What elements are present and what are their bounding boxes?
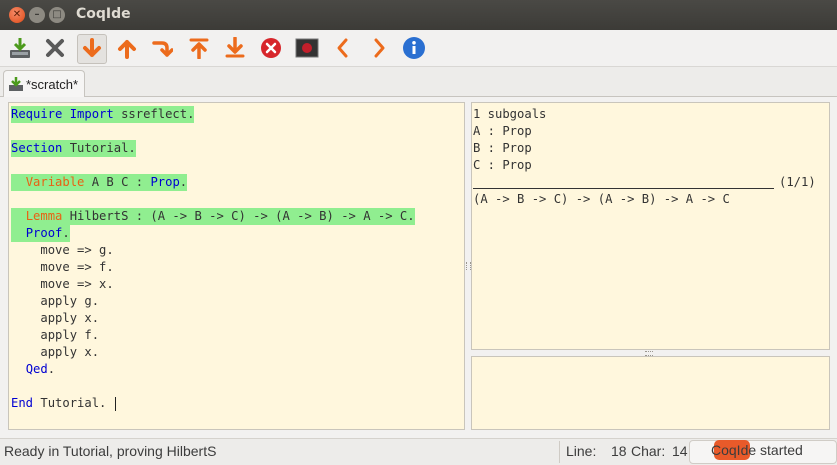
next-button[interactable]	[366, 35, 392, 61]
char-value: 14	[672, 443, 688, 459]
code-text: apply x.	[40, 311, 100, 325]
goal-separator	[473, 188, 774, 189]
code-line: apply g.	[9, 293, 464, 310]
go-to-end-icon	[225, 37, 245, 58]
go-to-cursor-button[interactable]	[149, 35, 175, 61]
hypothesis: B : Prop	[473, 141, 532, 155]
code-text: move => g.	[40, 243, 114, 257]
close-buffer-button[interactable]	[42, 35, 68, 61]
restart-icon	[189, 38, 209, 59]
code-line: Qed.	[9, 361, 464, 378]
stop-button[interactable]	[294, 35, 320, 61]
subgoal-count: 1 subgoals	[473, 107, 547, 121]
code-line: Section Tutorial.	[9, 140, 464, 157]
code-line: apply f.	[9, 327, 464, 344]
close-icon	[46, 39, 64, 57]
code-text: Qed.	[25, 362, 56, 376]
processed-sentence: Variable A B C : Prop.	[11, 174, 188, 191]
status-message: Ready in Tutorial, proving HilbertS	[4, 443, 217, 459]
window-close-button[interactable]: ✕	[9, 7, 25, 23]
code-text: End Tutorial.	[11, 396, 107, 410]
forward-one-button[interactable]	[77, 34, 107, 64]
interrupt-button[interactable]	[258, 35, 284, 61]
processed-sentence: Section Tutorial.	[11, 140, 136, 157]
goal-index: (1/1)	[779, 175, 816, 189]
code-lines: Require Import ssreflect. Section Tutoria…	[9, 103, 464, 412]
code-text: move => f.	[40, 260, 114, 274]
keyword: Prop	[150, 175, 180, 189]
text-cursor	[115, 397, 116, 411]
toolbar	[0, 30, 837, 67]
processed-sentence: Lemma HilbertS : (A -> B -> C) -> (A -> …	[11, 208, 415, 225]
code-line: Proof.	[9, 225, 464, 242]
forward-one-icon	[83, 38, 101, 57]
code-line: apply x.	[9, 344, 464, 361]
keyword: Section	[11, 141, 63, 155]
hypothesis: C : Prop	[473, 158, 532, 172]
code-line: move => f.	[9, 259, 464, 276]
tab-bar: *scratch*	[0, 67, 837, 97]
script-editor[interactable]: Require Import ssreflect. Section Tutoria…	[8, 102, 465, 430]
keyword: End	[11, 396, 34, 410]
goals-pane: 1 subgoals A : Prop B : Prop C : Prop (1…	[471, 102, 830, 350]
go-to-cursor-icon	[152, 41, 173, 57]
code-text: move => x.	[40, 277, 114, 291]
next-icon	[374, 38, 385, 58]
keyword: Lemma	[25, 209, 63, 223]
about-icon	[403, 37, 425, 59]
processed-sentence: Proof.	[11, 225, 70, 242]
window-minimize-button[interactable]: –	[29, 7, 45, 23]
notification-text: CoqIde started	[711, 442, 803, 458]
previous-icon	[337, 38, 348, 58]
keyword: Proof	[25, 226, 63, 240]
restart-button[interactable]	[186, 35, 212, 61]
save-button[interactable]	[7, 35, 33, 61]
keyword: Variable	[25, 175, 85, 189]
about-button[interactable]	[401, 35, 427, 61]
code-line: apply x.	[9, 310, 464, 327]
keyword: Require Import	[11, 107, 114, 121]
code-text: apply f.	[40, 328, 100, 342]
code-line: Lemma HilbertS : (A -> B -> C) -> (A -> …	[9, 208, 464, 225]
char-label: Char:	[631, 443, 666, 459]
previous-button[interactable]	[330, 35, 356, 61]
goal-conclusion: (A -> B -> C) -> (A -> B) -> A -> C	[473, 192, 730, 206]
code-line: move => g.	[9, 242, 464, 259]
stop-icon	[295, 38, 319, 58]
code-text: apply g.	[40, 294, 100, 308]
backward-one-icon	[118, 40, 136, 59]
status-divider	[559, 441, 560, 463]
hypothesis: A : Prop	[473, 124, 532, 138]
code-line: Require Import ssreflect.	[9, 106, 464, 123]
keyword: Qed	[25, 362, 48, 376]
processed-sentence: Require Import ssreflect.	[11, 106, 195, 123]
save-icon	[9, 77, 23, 91]
code-line: move => x.	[9, 276, 464, 293]
title-bar: ✕ – □ CoqIde	[0, 0, 837, 30]
tab-label: *scratch*	[26, 76, 79, 92]
line-label: Line:	[566, 443, 597, 459]
tab-scratch[interactable]: *scratch*	[3, 70, 86, 97]
go-to-end-button[interactable]	[222, 35, 248, 61]
code-line: End Tutorial.	[9, 395, 464, 412]
code-line: Variable A B C : Prop.	[9, 174, 464, 191]
backward-one-button[interactable]	[114, 35, 140, 61]
window-title: CoqIde	[76, 6, 131, 22]
save-icon	[10, 38, 30, 58]
line-value: 18	[611, 443, 627, 459]
interrupt-icon	[261, 38, 281, 58]
window-maximize-button[interactable]: □	[49, 7, 65, 23]
messages-pane	[471, 356, 830, 430]
code-text: apply x.	[40, 345, 100, 359]
